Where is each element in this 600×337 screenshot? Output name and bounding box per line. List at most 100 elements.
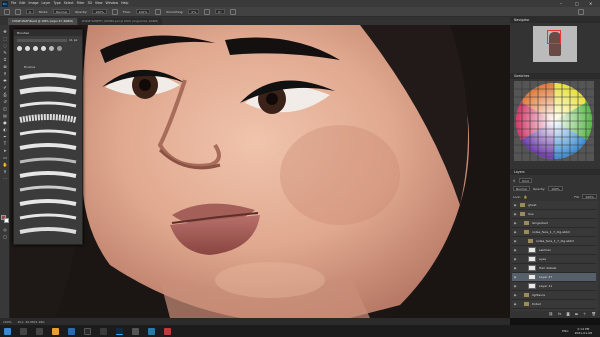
layer-row[interactable]: ◉ tinted [512, 300, 596, 309]
airbrush-icon[interactable] [155, 8, 162, 15]
new-layer-icon[interactable]: ＋ [583, 312, 587, 317]
quick-select-tool-icon[interactable]: ✎ [2, 50, 8, 55]
search-taskbar-icon[interactable] [20, 327, 27, 335]
stamp-tool-icon[interactable]: ⎙ [2, 92, 8, 97]
layer-style-icon[interactable]: fx [558, 312, 561, 317]
layer-row[interactable]: ◉ ghost [512, 201, 596, 210]
recent-brush-4[interactable] [41, 46, 46, 51]
recent-brush-3[interactable] [33, 46, 38, 51]
recent-brush-1[interactable] [17, 46, 22, 51]
quick-mask-icon[interactable]: ◎ [2, 227, 8, 232]
layer-row[interactable]: ◉ Layer 11 [512, 282, 596, 291]
gradient-tool-icon[interactable]: ▤ [2, 113, 8, 118]
brush-tool-icon[interactable] [15, 8, 21, 15]
maximize-icon[interactable]: □ [575, 0, 579, 7]
menu-edit[interactable]: Edit [19, 0, 25, 7]
language-indicator[interactable]: ENG [562, 329, 568, 333]
menu-type[interactable]: Type [53, 0, 60, 7]
zoom-tool-icon[interactable]: ⚲ [2, 169, 8, 174]
layer-row[interactable]: ◉ samhan [512, 246, 596, 255]
menu-view[interactable]: View [95, 0, 103, 7]
app3-taskbar-icon[interactable] [164, 327, 171, 335]
tab-second-document[interactable]: CHASE SOMETH. ODWRS.psd @ 100% (Ungeomed… [77, 18, 163, 25]
blend-mode-select[interactable]: Normal [513, 186, 530, 191]
mode-select[interactable]: Normal [53, 9, 70, 14]
fill-field[interactable]: 100% [582, 194, 597, 199]
visibility-eye-icon[interactable]: ◉ [512, 210, 518, 219]
layer-row[interactable]: ◉ notsa_face_1_7_dig.abbd [512, 237, 596, 246]
layer-row[interactable]: ◉ Gingerbed [512, 219, 596, 228]
navigator-view-box[interactable] [547, 30, 561, 44]
layer-row[interactable]: ◉ line [512, 210, 596, 219]
layer-row[interactable]: ◉ notsa_face_1_7_dig.abbd [512, 228, 596, 237]
visibility-eye-icon[interactable]: ◉ [512, 201, 518, 210]
trash-icon[interactable]: 🗑 [592, 312, 596, 317]
layer-kind-filter[interactable]: Kind [519, 178, 532, 183]
search-icon[interactable]: ⚲ [513, 179, 515, 183]
path-select-icon[interactable]: ➤ [2, 148, 8, 153]
layer-row[interactable]: ◉ Hair details [512, 264, 596, 273]
windows-start-icon[interactable] [4, 327, 11, 335]
gear-icon[interactable] [204, 8, 211, 15]
eraser-tool-icon[interactable]: ◫ [2, 106, 8, 111]
zoom-level[interactable]: 100% [3, 320, 12, 324]
move-tool-icon[interactable]: ✥ [2, 29, 8, 34]
shape-tool-icon[interactable]: ▭ [2, 155, 8, 160]
new-folder-icon[interactable]: ▬ [575, 312, 578, 317]
visibility-eye-icon[interactable]: ◉ [512, 246, 518, 255]
blur-tool-icon[interactable]: ● [2, 120, 8, 125]
more-tools-icon[interactable]: ⋯ [2, 176, 8, 181]
menu-window[interactable]: Window [106, 0, 119, 7]
file-explorer-icon[interactable] [52, 327, 59, 335]
visibility-eye-icon[interactable]: ◉ [512, 300, 518, 309]
store-icon[interactable] [84, 327, 91, 335]
healing-tool-icon[interactable]: ✚ [2, 78, 8, 83]
layer-row[interactable]: ◉ Layer 27 [512, 273, 596, 282]
marquee-tool-icon[interactable]: ⬚ [2, 36, 8, 41]
menu-filter[interactable]: Filter [77, 0, 85, 7]
crop-tool-icon[interactable]: ⌗ [2, 57, 8, 62]
hand-tool-icon[interactable]: ✋ [2, 162, 8, 167]
home-icon[interactable] [4, 8, 10, 15]
visibility-eye-icon[interactable]: ◉ [512, 228, 518, 237]
brush-size-slider[interactable] [17, 39, 67, 42]
pressure-opacity-icon[interactable] [111, 8, 118, 15]
smoothing-field[interactable]: 0% [188, 9, 200, 14]
clock[interactable]: 2:14 PM 2021-01-08 [575, 327, 592, 335]
lock-icon[interactable]: 🔒 [524, 195, 528, 199]
visibility-eye-icon[interactable]: ◉ [512, 282, 518, 291]
lasso-tool-icon[interactable]: ◌ [2, 43, 8, 48]
navigator-thumbnail[interactable] [533, 26, 577, 62]
minimize-icon[interactable]: – [560, 0, 562, 7]
type-tool-icon[interactable]: T [2, 141, 8, 146]
browser-icon[interactable] [68, 327, 75, 335]
recent-brush-5[interactable] [49, 46, 54, 51]
menu-help[interactable]: Help [121, 0, 128, 7]
visibility-eye-icon[interactable]: ◉ [512, 264, 518, 273]
angle-field[interactable]: 0° [215, 9, 225, 14]
frame-tool-icon[interactable]: ⊠ [2, 64, 8, 69]
pen-tool-icon[interactable]: ✒ [2, 134, 8, 139]
background-color-swatch[interactable] [4, 218, 9, 223]
menu-file[interactable]: File [11, 0, 16, 7]
brush-stroke-previews[interactable] [18, 72, 80, 242]
visibility-eye-icon[interactable]: ◉ [512, 309, 518, 312]
photoshop-taskbar-icon[interactable] [116, 327, 123, 335]
close-icon[interactable]: ✕ [589, 0, 592, 7]
tab-active-document[interactable]: CHASE MAXFIN.psd @ 100% (Layer 27, RGB/8… [8, 18, 77, 25]
layer-row[interactable]: ◉posing [512, 309, 596, 312]
visibility-eye-icon[interactable]: ◉ [512, 237, 518, 246]
history-brush-icon[interactable]: ↺ [2, 99, 8, 104]
menu-select[interactable]: Select [64, 0, 74, 7]
pressure-size-icon[interactable] [229, 8, 236, 15]
color-swatches-grid[interactable] [514, 81, 594, 161]
layer-row[interactable]: ◉ lightsure [512, 291, 596, 300]
mask-icon[interactable]: ◙ [566, 312, 569, 317]
menu-image[interactable]: Image [29, 0, 39, 7]
task-view-icon[interactable] [36, 327, 43, 335]
layer-row[interactable]: ◉ eyes [512, 255, 596, 264]
recent-brush-6[interactable] [57, 46, 62, 51]
brushes-panel[interactable]: Brushes 11 px Brushes [13, 29, 83, 245]
layer-opacity-field[interactable]: 100% [548, 186, 563, 191]
brush-tool-icon-active[interactable]: ✐ [2, 85, 8, 90]
